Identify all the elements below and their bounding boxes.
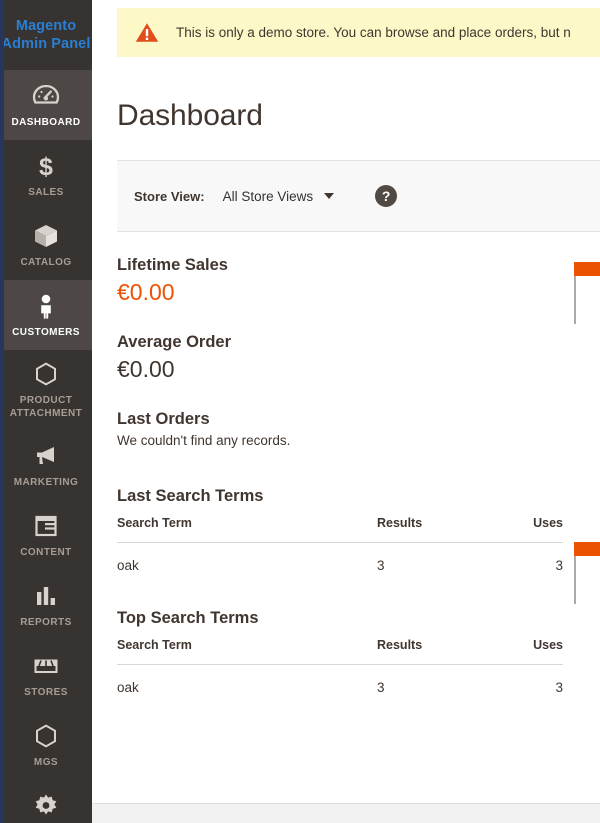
last-orders-block: Last Orders We couldn't find any records… [117,408,600,451]
left-edge-accent-strip [0,0,4,823]
top-search-terms-block: Top Search Terms Search Term Results Use… [117,607,600,695]
sidebar-item-marketing[interactable]: MARKETING [0,430,92,500]
cell-search-term: oak [117,680,139,695]
table-header-row: Search Term Results Uses [117,638,563,665]
hexagon-icon [33,361,59,387]
last-search-terms-title: Last Search Terms [117,487,264,505]
tab-body-edge [574,556,576,604]
tab-active-indicator [574,542,600,556]
sidebar-item-content[interactable]: CONTENT [0,500,92,570]
brand-line-2: Admin Panel [1,36,91,52]
sidebar-item-sales[interactable]: $ SALES [0,140,92,210]
top-search-terms-title: Top Search Terms [117,609,259,627]
store-view-selected-value: All Store Views [222,188,314,204]
bar-chart-icon [33,583,59,609]
cell-search-term: oak [117,558,139,573]
warning-triangle-icon [135,22,159,43]
lifetime-sales-value: €0.00 [117,279,175,305]
box-icon [33,223,59,249]
sidebar-item-product-attachment[interactable]: PRODUCT ATTACHMENT [0,350,92,430]
store-view-dropdown[interactable]: All Store Views [223,189,335,204]
cell-uses: 3 [555,680,563,695]
column-header-search-term[interactable]: Search Term [117,516,377,543]
sidebar-label-mgs: MGS [33,756,59,768]
gear-icon [33,793,59,819]
tab-active-indicator [574,262,600,276]
sidebar-item-dashboard[interactable]: DASHBOARD [0,70,92,140]
demo-store-banner: This is only a demo store. You can brows… [117,8,600,57]
brand-logo[interactable]: Magento Admin Panel [0,0,92,70]
sidebar-label-catalog: CATALOG [20,256,72,268]
average-order-title: Average Order [117,333,232,351]
admin-app-window: Magento Admin Panel DASHBOARD $ SALES CA… [0,0,600,823]
tab-body-edge [574,276,576,324]
page-title: Dashboard [117,99,263,132]
chevron-down-icon [324,193,335,199]
sidebar-label-reports: REPORTS [20,616,72,628]
chart-panel-tab-clipped-bottom[interactable] [574,542,600,604]
column-header-results[interactable]: Results [377,638,487,665]
column-header-search-term[interactable]: Search Term [117,638,377,665]
svg-text:$: $ [39,153,53,179]
column-header-uses[interactable]: Uses [487,638,563,665]
sidebar-item-reports[interactable]: REPORTS [0,570,92,640]
sidebar-item-system[interactable]: SYSTEM [0,780,92,823]
sidebar-item-mgs[interactable]: MGS [0,710,92,780]
hexagon-icon [33,723,59,749]
last-search-terms-block: Last Search Terms Search Term Results Us… [117,485,600,573]
average-order-block: Average Order €0.00 [117,331,600,384]
megaphone-icon [33,443,59,469]
layout-icon [33,513,59,539]
cell-results: 3 [377,680,385,695]
sidebar-label-content: CONTENT [20,546,72,558]
storefront-icon [33,653,59,679]
main-content-area: This is only a demo store. You can brows… [92,0,600,823]
store-view-switcher-bar: Store View: All Store Views ? [117,160,600,232]
sidebar-label-sales: SALES [28,186,64,198]
table-row[interactable]: oak 3 3 [117,543,563,573]
cell-uses: 3 [555,558,563,573]
cell-results: 3 [377,558,385,573]
average-order-value: €0.00 [117,356,175,382]
sidebar-item-stores[interactable]: STORES [0,640,92,710]
admin-sidebar: Magento Admin Panel DASHBOARD $ SALES CA… [0,0,92,823]
column-header-results[interactable]: Results [377,516,487,543]
store-view-label: Store View: [134,188,205,204]
chart-panel-tab-clipped-top[interactable] [574,262,600,324]
sidebar-item-catalog[interactable]: CATALOG [0,210,92,280]
dollar-icon: $ [33,153,59,179]
column-header-uses[interactable]: Uses [487,516,563,543]
help-icon[interactable]: ? [375,185,398,207]
sidebar-label-stores: STORES [24,686,68,698]
sidebar-label-customers: CUSTOMERS [12,326,80,338]
top-search-terms-table: Search Term Results Uses oak 3 3 [117,638,563,695]
table-header-row: Search Term Results Uses [117,516,563,543]
sidebar-label-dashboard: DASHBOARD [11,116,81,128]
person-icon [33,293,59,319]
dashboard-gauge-icon [31,83,61,109]
demo-banner-text: This is only a demo store. You can brows… [176,24,571,40]
table-row[interactable]: oak 3 3 [117,665,563,695]
brand-line-1: Magento [15,18,77,34]
sidebar-label-marketing: MARKETING [13,476,79,488]
page-footer [92,803,600,823]
lifetime-sales-block: Lifetime Sales €0.00 [117,254,600,307]
last-orders-title: Last Orders [117,410,210,428]
lifetime-sales-title: Lifetime Sales [117,256,228,274]
last-orders-empty-message: We couldn't find any records. [117,433,291,448]
dashboard-content: Lifetime Sales €0.00 Average Order €0.00… [92,232,600,695]
last-search-terms-table: Search Term Results Uses oak 3 3 [117,516,563,573]
sidebar-label-product-attachment: PRODUCT ATTACHMENT [9,395,83,419]
sidebar-item-customers[interactable]: CUSTOMERS [0,280,92,350]
